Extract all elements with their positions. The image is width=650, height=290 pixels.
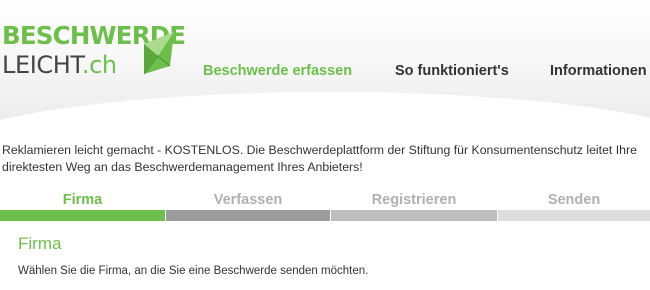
section-description: Wählen Sie die Firma, an die Sie eine Be… (18, 265, 369, 277)
logo-text-tld: .ch (81, 51, 117, 79)
step-bar (331, 210, 497, 221)
nav-beschwerde-erfassen[interactable]: Beschwerde erfassen (203, 63, 352, 79)
step-progress: Firma Verfassen Registrieren Senden (0, 192, 650, 222)
nav-so-funktionierts[interactable]: So funktioniert's (395, 63, 509, 79)
logo-text-bottom: LEICHT.ch (2, 53, 117, 77)
step-bar (498, 210, 650, 221)
step-registrieren[interactable]: Registrieren (331, 192, 497, 222)
intro-text: Reklamieren leicht gemacht - KOSTENLOS. … (2, 143, 637, 174)
logo-text-main: LEICHT (2, 51, 82, 79)
step-firma[interactable]: Firma (0, 192, 165, 222)
step-senden[interactable]: Senden (498, 192, 650, 222)
step-bar (0, 210, 165, 221)
step-label: Senden (547, 192, 601, 208)
step-label: Firma (62, 192, 103, 208)
step-label: Registrieren (371, 192, 457, 208)
step-verfassen[interactable]: Verfassen (166, 192, 330, 222)
step-bar (166, 210, 330, 221)
section-title: Firma (18, 234, 62, 253)
header: BESCHWERDE LEICHT.ch Beschwerde erfassen… (0, 0, 650, 122)
logo[interactable]: BESCHWERDE LEICHT.ch (2, 20, 186, 90)
nav-informationen[interactable]: Informationen (550, 63, 647, 79)
envelope-icon (143, 32, 174, 75)
step-label: Verfassen (213, 192, 283, 208)
